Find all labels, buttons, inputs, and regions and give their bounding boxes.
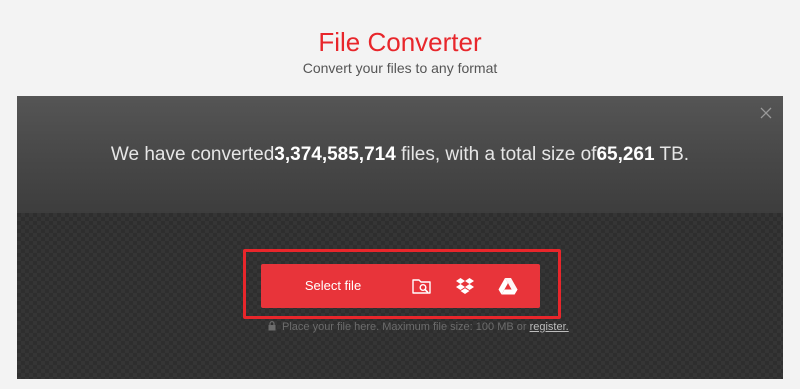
stats-unit: TB.	[654, 144, 690, 165]
stats-middle: files, with a total size of	[395, 144, 597, 165]
page-subtitle: Convert your files to any format	[302, 60, 498, 76]
stats-total-size: 65,261	[596, 144, 655, 165]
converter-panel: We have converted3,374,585,714 files, wi…	[17, 96, 783, 379]
stats-prefix: We have converted	[110, 144, 275, 165]
page-title: File Converter	[318, 27, 482, 57]
upload-button-group: Select file	[261, 264, 540, 308]
conversion-stats: We have converted3,374,585,714 files, wi…	[17, 143, 783, 167]
select-file-button[interactable]: Select file	[261, 264, 405, 308]
stats-file-count: 3,374,585,714	[274, 144, 396, 165]
close-icon[interactable]	[758, 105, 774, 121]
page-header: File Converter Convert your files to any…	[0, 0, 800, 96]
lock-icon	[268, 321, 276, 335]
hint-text: Place your file here. Maximum file size:…	[282, 321, 530, 333]
register-link[interactable]: register.	[530, 321, 569, 333]
google-drive-icon[interactable]	[497, 275, 519, 297]
upload-hint: Place your file here. Maximum file size:…	[268, 320, 569, 335]
folder-search-icon[interactable]	[411, 275, 433, 297]
dropbox-icon[interactable]	[454, 275, 476, 297]
